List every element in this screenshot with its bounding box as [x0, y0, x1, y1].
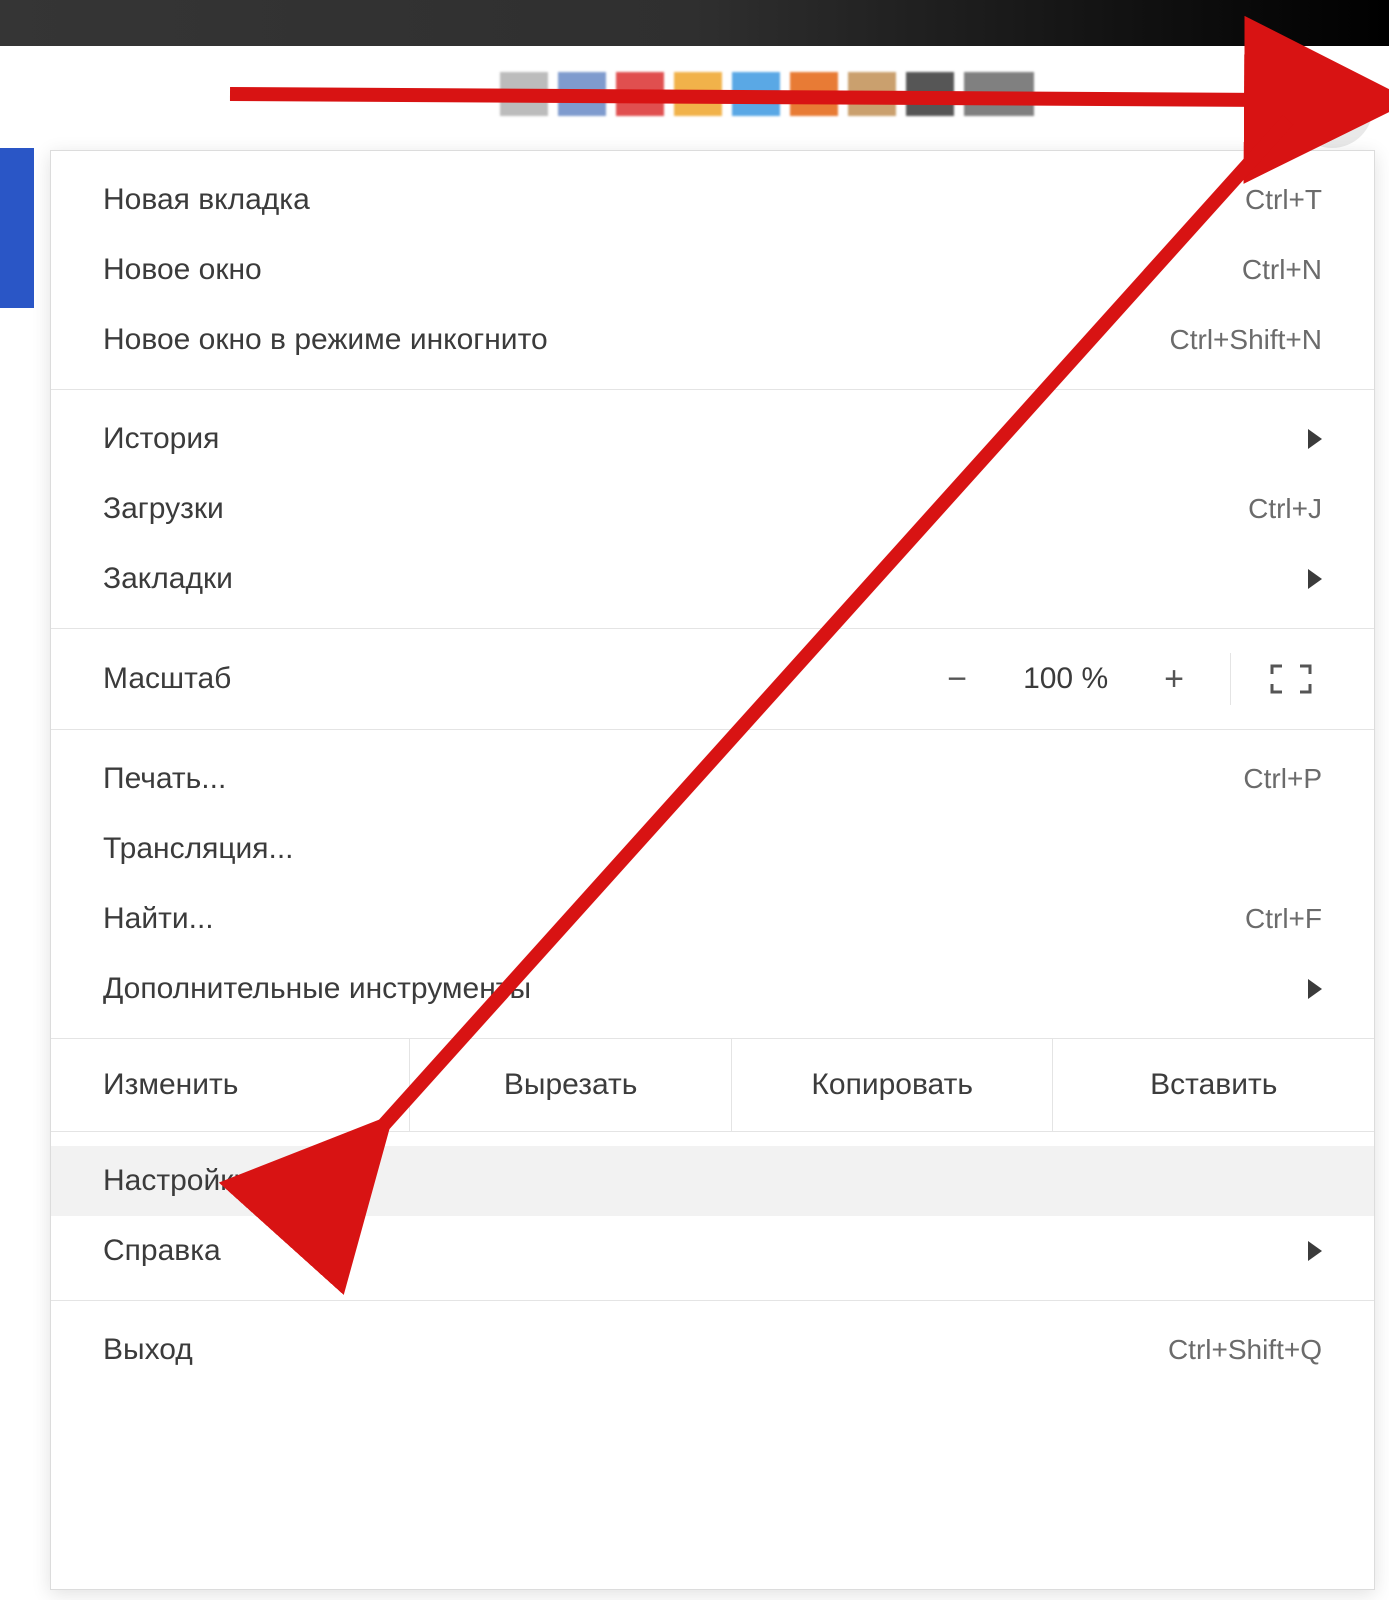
- menu-group-edit: Изменить Вырезать Копировать Вставить: [51, 1039, 1374, 1132]
- menu-item-downloads[interactable]: Загрузки Ctrl+J: [51, 474, 1374, 544]
- edit-copy-button[interactable]: Копировать: [731, 1039, 1053, 1131]
- fullscreen-button[interactable]: [1230, 653, 1350, 705]
- edit-cut-button[interactable]: Вырезать: [409, 1039, 731, 1131]
- menu-item-shortcut: Ctrl+N: [1242, 256, 1322, 284]
- menu-item-label: Печать...: [103, 764, 1243, 794]
- menu-item-label: Новое окно: [103, 255, 1242, 285]
- vertical-dots-icon: [1328, 87, 1336, 127]
- edit-paste-button[interactable]: Вставить: [1052, 1039, 1374, 1131]
- menu-item-label: История: [103, 424, 1300, 454]
- tab-swatch: [906, 72, 954, 116]
- menu-item-print[interactable]: Печать... Ctrl+P: [51, 744, 1374, 814]
- menu-item-exit[interactable]: Выход Ctrl+Shift+Q: [51, 1315, 1374, 1385]
- tab-swatch: [732, 72, 780, 116]
- menu-item-find[interactable]: Найти... Ctrl+F: [51, 884, 1374, 954]
- menu-item-settings[interactable]: Настройки: [51, 1146, 1374, 1216]
- menu-item-label: Найти...: [103, 904, 1245, 934]
- main-menu-button[interactable]: [1291, 66, 1373, 148]
- tab-swatch: [790, 72, 838, 116]
- zoom-controls: − 100 % +: [931, 654, 1200, 704]
- menu-group: Печать... Ctrl+P Трансляция... Найти... …: [51, 730, 1374, 1039]
- tab-swatch: [616, 72, 664, 116]
- tab-swatch: [848, 72, 896, 116]
- menu-group: Выход Ctrl+Shift+Q: [51, 1301, 1374, 1399]
- main-menu-dropdown: Новая вкладка Ctrl+T Новое окно Ctrl+N Н…: [50, 150, 1375, 1590]
- menu-group: История Загрузки Ctrl+J Закладки: [51, 390, 1374, 629]
- menu-group: Настройки Справка: [51, 1132, 1374, 1301]
- tab-swatch: [964, 72, 1034, 116]
- menu-item-more-tools[interactable]: Дополнительные инструменты: [51, 954, 1374, 1024]
- menu-item-new-incognito[interactable]: Новое окно в режиме инкогнито Ctrl+Shift…: [51, 305, 1374, 375]
- menu-item-new-tab[interactable]: Новая вкладка Ctrl+T: [51, 165, 1374, 235]
- tab-swatch: [500, 72, 548, 116]
- menu-item-shortcut: Ctrl+J: [1248, 495, 1322, 523]
- chevron-right-icon: [1308, 1241, 1322, 1261]
- menu-item-help[interactable]: Справка: [51, 1216, 1374, 1286]
- menu-item-label: Загрузки: [103, 494, 1248, 524]
- menu-group-zoom: Масштаб − 100 % +: [51, 629, 1374, 730]
- menu-item-cast[interactable]: Трансляция...: [51, 814, 1374, 884]
- window-titlebar: [0, 0, 1389, 46]
- menu-group: Новая вкладка Ctrl+T Новое окно Ctrl+N Н…: [51, 151, 1374, 390]
- sidebar-accent: [0, 148, 34, 308]
- tab-swatch: [674, 72, 722, 116]
- zoom-value: 100 %: [1023, 664, 1108, 694]
- tab-favicon-row: [500, 72, 1249, 116]
- zoom-in-button[interactable]: +: [1148, 654, 1200, 704]
- menu-item-history[interactable]: История: [51, 404, 1374, 474]
- menu-item-shortcut: Ctrl+Shift+N: [1170, 326, 1323, 354]
- menu-item-label: Дополнительные инструменты: [103, 974, 1300, 1004]
- menu-item-label: Справка: [103, 1236, 1300, 1266]
- menu-item-shortcut: Ctrl+P: [1243, 765, 1322, 793]
- menu-item-new-window[interactable]: Новое окно Ctrl+N: [51, 235, 1374, 305]
- tab-swatch: [558, 72, 606, 116]
- menu-item-label: Закладки: [103, 564, 1300, 594]
- menu-item-label: Новая вкладка: [103, 185, 1245, 215]
- zoom-label: Масштаб: [103, 664, 931, 694]
- chevron-right-icon: [1308, 569, 1322, 589]
- menu-item-shortcut: Ctrl+T: [1245, 186, 1322, 214]
- menu-item-label: Трансляция...: [103, 834, 1322, 864]
- menu-item-label: Настройки: [103, 1166, 1322, 1196]
- menu-item-label: Новое окно в режиме инкогнито: [103, 325, 1170, 355]
- chevron-right-icon: [1308, 429, 1322, 449]
- edit-row-label: Изменить: [51, 1039, 409, 1131]
- menu-item-label: Выход: [103, 1335, 1168, 1365]
- menu-item-shortcut: Ctrl+F: [1245, 905, 1322, 933]
- menu-item-bookmarks[interactable]: Закладки: [51, 544, 1374, 614]
- fullscreen-icon: [1270, 664, 1312, 694]
- menu-item-shortcut: Ctrl+Shift+Q: [1168, 1336, 1322, 1364]
- chevron-right-icon: [1308, 979, 1322, 999]
- zoom-out-button[interactable]: −: [931, 654, 983, 704]
